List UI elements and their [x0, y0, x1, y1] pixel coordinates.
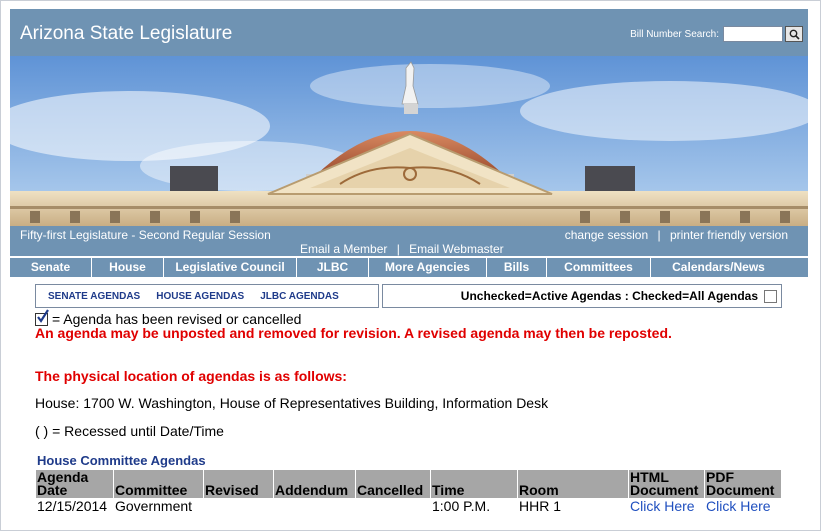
- col-committee: Committee: [114, 470, 204, 498]
- recess-note: ( ) = Recessed until Date/Time: [35, 423, 224, 439]
- cancelled-cell: [356, 498, 431, 514]
- location-text: House: 1700 W. Washington, House of Repr…: [35, 395, 549, 411]
- nav-legislative-council[interactable]: Legislative Council: [164, 258, 297, 277]
- bill-search: Bill Number Search:: [630, 26, 803, 42]
- session-name: Fifty-first Legislature - Second Regular…: [20, 228, 271, 242]
- committee-cell: Government: [115, 498, 193, 514]
- bill-search-label: Bill Number Search:: [630, 28, 719, 40]
- bill-search-button[interactable]: [785, 26, 803, 42]
- col-cancelled: Cancelled: [356, 470, 431, 498]
- nav-house[interactable]: House: [92, 258, 164, 277]
- html-document-link[interactable]: Click Here: [630, 498, 695, 514]
- tab-jlbc-agendas[interactable]: JLBC AGENDAS: [260, 291, 339, 302]
- nav-calendars-news[interactable]: Calendars/News: [651, 258, 786, 277]
- session-links: change session | printer friendly versio…: [565, 228, 788, 242]
- agenda-filter: Unchecked=Active Agendas : Checked=All A…: [382, 284, 782, 308]
- agendas-title: House Committee Agendas: [37, 453, 206, 468]
- search-icon: [789, 29, 800, 40]
- link-separator: |: [657, 228, 661, 242]
- col-room: Room: [518, 470, 629, 498]
- header-bar: Arizona State Legislature Bill Number Se…: [10, 9, 808, 56]
- col-revised: Revised: [204, 470, 274, 498]
- nav-senate[interactable]: Senate: [10, 258, 92, 277]
- change-session-link[interactable]: change session: [565, 228, 648, 242]
- link-separator: |: [396, 242, 400, 256]
- capitol-banner-image: [10, 56, 808, 226]
- main-nav: Senate House Legislative Council JLBC Mo…: [10, 257, 808, 277]
- page: Arizona State Legislature Bill Number Se…: [10, 9, 808, 514]
- pdf-document-cell: Click Here: [705, 498, 781, 514]
- col-pdf-document: PDF Document: [705, 470, 781, 498]
- nav-committees[interactable]: Committees: [547, 258, 651, 277]
- agendas-header-row: Agenda Date Committee Revised Addendum C…: [36, 470, 781, 498]
- time-cell: 1:00 P.M.: [432, 498, 491, 514]
- agenda-tab-row: SENATE AGENDAS HOUSE AGENDAS JLBC AGENDA…: [35, 284, 782, 308]
- tab-senate-agendas[interactable]: SENATE AGENDAS: [48, 291, 140, 302]
- tab-house-agendas[interactable]: HOUSE AGENDAS: [156, 291, 244, 302]
- email-webmaster-link[interactable]: Email Webmaster: [409, 242, 503, 256]
- nav-bills[interactable]: Bills: [487, 258, 547, 277]
- col-addendum: Addendum: [274, 470, 356, 498]
- revised-cell: [204, 498, 274, 514]
- printer-friendly-link[interactable]: printer friendly version: [670, 228, 788, 242]
- room-cell: HHR 1: [519, 498, 562, 514]
- col-time: Time: [431, 470, 518, 498]
- agendas-table: Agenda Date Committee Revised Addendum C…: [36, 470, 781, 514]
- all-agendas-checkbox[interactable]: [764, 289, 777, 303]
- location-heading: The physical location of agendas is as f…: [35, 368, 347, 384]
- contact-links: Email a Member | Email Webmaster: [300, 242, 504, 256]
- capitol-banner: [10, 56, 808, 226]
- session-info-bar: Fifty-first Legislature - Second Regular…: [10, 226, 808, 256]
- browser-frame: Arizona State Legislature Bill Number Se…: [0, 0, 821, 531]
- site-title[interactable]: Arizona State Legislature: [20, 23, 232, 45]
- addendum-cell: [274, 498, 356, 514]
- checkmark-icon: [35, 308, 49, 326]
- pdf-document-link[interactable]: Click Here: [706, 498, 771, 514]
- email-member-link[interactable]: Email a Member: [300, 242, 387, 256]
- html-document-cell: Click Here: [629, 498, 705, 514]
- agenda-filter-label: Unchecked=Active Agendas : Checked=All A…: [460, 289, 758, 303]
- col-agenda-date: Agenda Date: [36, 470, 114, 498]
- bill-search-input[interactable]: [723, 26, 783, 42]
- table-row: 12/15/2014 Government 1:00 P.M. HHR 1 Cl…: [36, 498, 781, 514]
- nav-more-agencies[interactable]: More Agencies: [369, 258, 487, 277]
- agenda-tabs: SENATE AGENDAS HOUSE AGENDAS JLBC AGENDA…: [35, 284, 379, 308]
- col-html-document: HTML Document: [629, 470, 705, 498]
- revision-warning: An agenda may be unposted and removed fo…: [35, 325, 672, 341]
- agenda-date-cell: 12/15/2014: [37, 498, 108, 514]
- nav-jlbc[interactable]: JLBC: [297, 258, 369, 277]
